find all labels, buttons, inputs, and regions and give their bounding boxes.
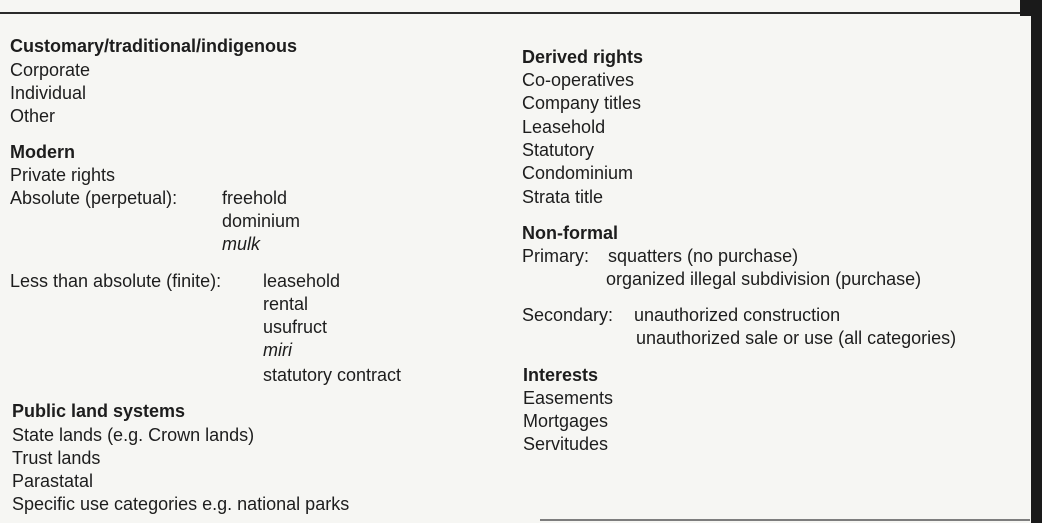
public-item: Parastatal [12,471,94,491]
less-item: leasehold [263,271,341,291]
derived-item: Statutory [522,140,595,160]
derived-item: Strata title [522,187,604,207]
modern-heading: Modern [10,142,75,162]
derived-heading: Derived rights [522,47,644,67]
secondary-item: unauthorized sale or use (all categories… [636,328,957,348]
derived-item: Leasehold [522,117,606,137]
primary-item: organized illegal subdivision (purchase) [606,269,922,289]
derived-item: Company titles [522,93,642,113]
page-edge-shadow [1031,0,1042,523]
less-item: rental [263,294,309,314]
customary-item: Corporate [10,60,91,80]
interests-item: Easements [523,388,614,408]
absolute-item: dominium [222,211,301,231]
interests-heading: Interests [523,365,599,385]
less-item: usufruct [263,317,328,337]
public-item: Specific use categories e.g. national pa… [12,494,350,514]
interests-item: Servitudes [523,434,609,454]
bottom-rule [540,519,1030,521]
derived-item: Co-operatives [522,70,635,90]
public-heading: Public land systems [12,401,186,421]
customary-heading: Customary/traditional/indigenous [10,36,298,56]
page-edge-shadow-top [1020,0,1042,16]
derived-item: Condominium [522,163,634,183]
interests-item: Mortgages [523,411,609,431]
public-item: Trust lands [12,448,101,468]
public-item: State lands (e.g. Crown lands) [12,425,255,445]
primary-item: squatters (no purchase) [608,246,799,266]
absolute-item: freehold [222,188,288,208]
customary-item: Other [10,106,56,126]
less-item: statutory contract [263,365,402,385]
private-rights-label: Private rights [10,165,116,185]
primary-label: Primary: [522,246,589,266]
absolute-label: Absolute (perpetual): [10,188,178,208]
secondary-label: Secondary: [522,305,614,325]
less-item: miri [263,340,292,360]
less-than-absolute-label: Less than absolute (finite): [10,271,222,291]
customary-item: Individual [10,83,87,103]
absolute-item: mulk [222,234,261,254]
secondary-item: unauthorized construction [634,305,841,325]
top-rule [0,12,1024,14]
nonformal-heading: Non-formal [522,223,618,243]
